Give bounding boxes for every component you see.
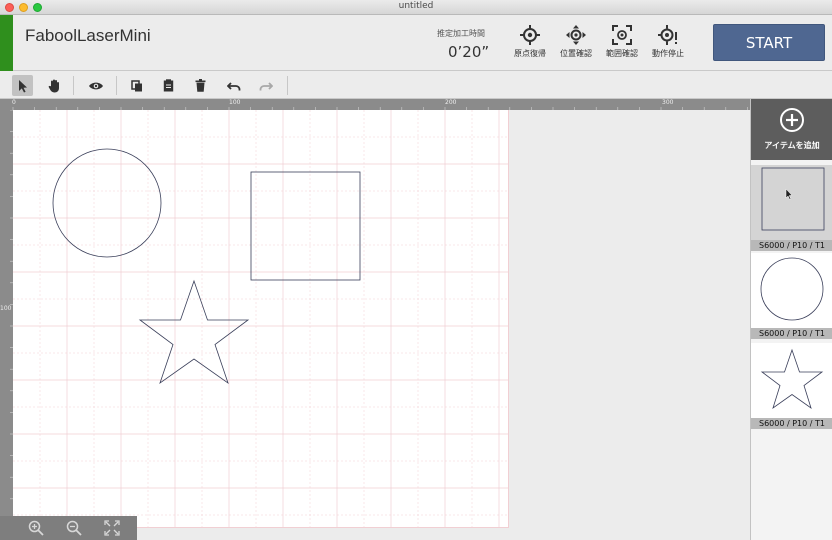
ruler-label: 100 <box>0 305 12 312</box>
add-item-button[interactable]: アイテムを追加 <box>751 99 832 160</box>
paste-button[interactable] <box>158 75 179 96</box>
edit-toolbar <box>0 72 832 99</box>
work-area[interactable] <box>13 110 750 540</box>
paste-icon <box>163 79 174 92</box>
app-name: FaboolLaserMini <box>25 26 151 45</box>
redo-button[interactable] <box>255 75 276 96</box>
position-check-button[interactable]: 位置確認 <box>553 24 599 66</box>
item-caption: S6000 / P10 / T1 <box>751 328 832 339</box>
home-return-label: 原点復帰 <box>514 49 546 58</box>
left-ruler: 100 200 <box>0 110 13 540</box>
zoom-out-icon <box>66 520 82 536</box>
ruler-label: 200 <box>445 99 457 106</box>
fit-to-screen-button[interactable] <box>100 519 124 537</box>
item-thumbnail <box>751 253 832 328</box>
select-arrow-icon <box>18 79 27 92</box>
move-crosshair-icon <box>566 25 586 45</box>
stop-operation-label: 動作停止 <box>652 49 684 58</box>
plus-circle-icon <box>780 108 804 132</box>
select-tool-button[interactable] <box>12 75 33 96</box>
estimated-time-label: 推定加工時間 <box>437 29 485 38</box>
position-check-label: 位置確認 <box>560 49 592 58</box>
toolbar-separator <box>73 76 74 95</box>
canvas-star-shape[interactable] <box>138 279 250 385</box>
delete-button[interactable] <box>190 75 211 96</box>
item-caption: S6000 / P10 / T1 <box>751 240 832 251</box>
range-check-label: 範囲確認 <box>606 49 638 58</box>
frame-check-icon <box>612 25 632 45</box>
top-ruler: 0 100 200 300 <box>0 99 750 110</box>
zoom-controls <box>0 516 137 540</box>
range-check-button[interactable]: 範囲確認 <box>599 24 645 66</box>
undo-icon <box>226 81 240 90</box>
eye-preview-icon <box>88 82 103 89</box>
stop-alert-icon <box>658 25 677 45</box>
item-panel: アイテムを追加 S6000 / P10 / T1 S6000 / P10 / T… <box>750 99 832 540</box>
expand-arrows-icon <box>104 520 120 536</box>
ruler-label: 100 <box>229 99 241 106</box>
mouse-cursor-icon <box>785 188 793 200</box>
ruler-label: 0 <box>12 99 16 106</box>
zoom-in-icon <box>28 520 44 536</box>
stop-operation-button[interactable]: 動作停止 <box>645 24 691 66</box>
pan-tool-button[interactable] <box>44 75 65 96</box>
brand-bar <box>0 15 13 71</box>
zoom-in-button[interactable] <box>24 519 48 537</box>
toolbar-separator <box>287 76 288 95</box>
home-return-button[interactable]: 原点復帰 <box>507 24 553 66</box>
item-thumbnail <box>751 343 832 418</box>
ruler-label: 300 <box>662 99 674 106</box>
add-item-label: アイテムを追加 <box>764 141 820 150</box>
home-target-icon <box>520 25 540 45</box>
copy-icon <box>130 79 142 91</box>
hand-pan-icon <box>48 79 59 93</box>
laser-bed-canvas[interactable] <box>13 110 509 528</box>
toolbar-separator <box>116 76 117 95</box>
window-title: untitled <box>398 1 434 11</box>
estimated-time-value: 0’20” <box>448 43 490 61</box>
window-titlebar: untitled <box>0 0 832 15</box>
trash-icon <box>195 79 206 92</box>
redo-icon <box>259 81 273 90</box>
undo-button[interactable] <box>223 75 244 96</box>
canvas-circle-shape[interactable] <box>52 148 162 258</box>
start-button[interactable]: START <box>713 24 825 61</box>
canvas-square-shape[interactable] <box>250 171 361 281</box>
copy-button[interactable] <box>126 75 147 96</box>
item-caption: S6000 / P10 / T1 <box>751 418 832 429</box>
zoom-out-button[interactable] <box>62 519 86 537</box>
item-thumbnail <box>751 165 832 240</box>
preview-button[interactable] <box>85 75 106 96</box>
app-header: FaboolLaserMini 推定加工時間 0’20” 原点復帰 位置確認 範… <box>0 15 832 71</box>
